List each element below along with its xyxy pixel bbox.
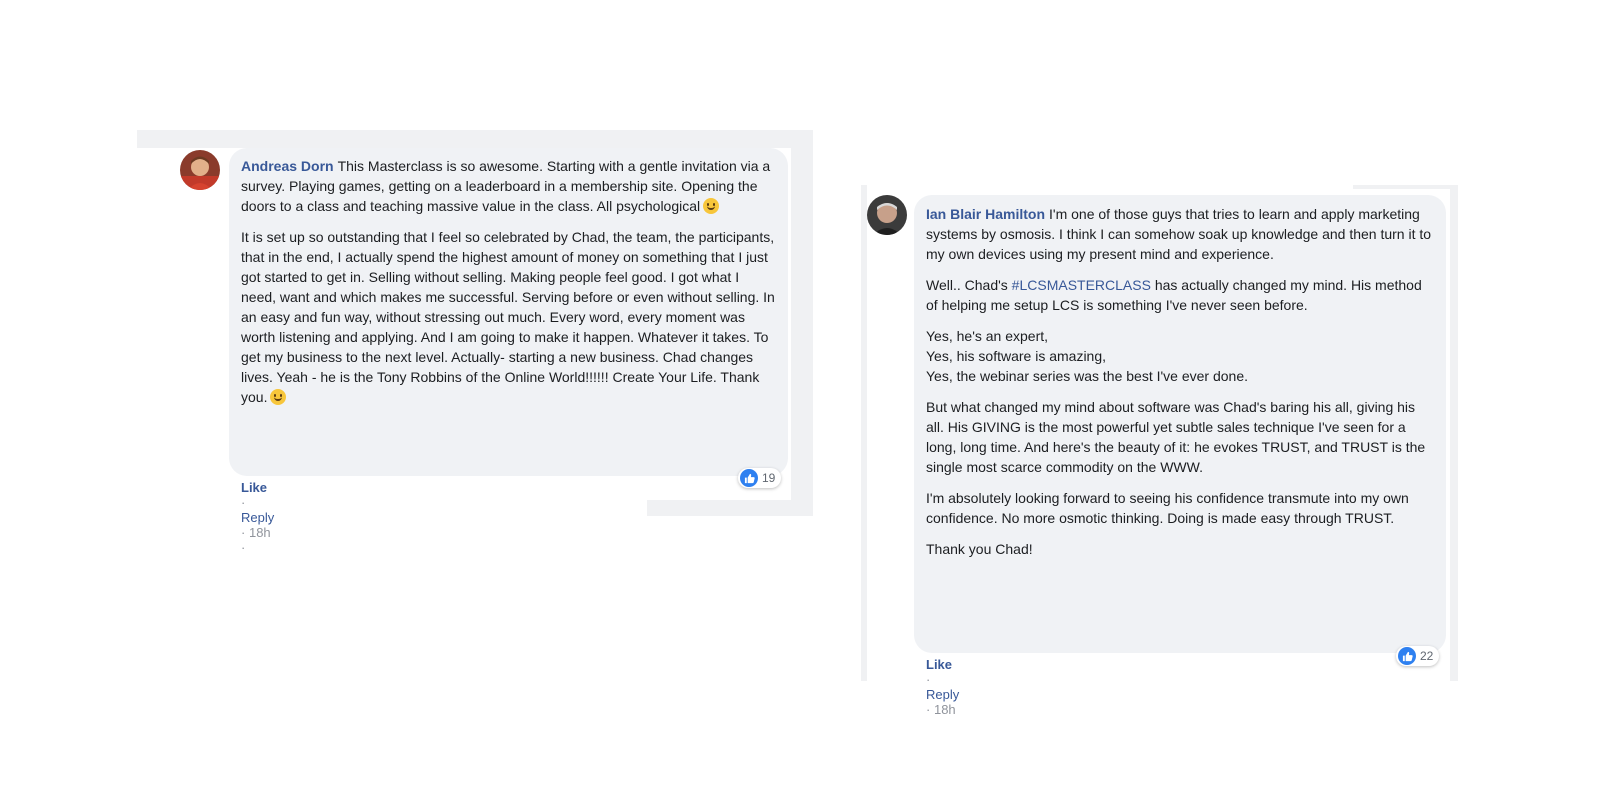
author-name[interactable]: Andreas Dorn <box>241 158 334 174</box>
comment-actions: Like · Reply · 18h · <box>241 480 274 555</box>
author-name[interactable]: Ian Blair Hamilton <box>926 206 1045 222</box>
separator: · <box>241 540 246 555</box>
reply-link[interactable]: Reply <box>926 687 959 702</box>
thumbs-up-icon <box>1398 647 1416 665</box>
avatar[interactable] <box>180 150 220 190</box>
comment-text: It is set up so outstanding that I feel … <box>241 229 775 405</box>
comment-paragraph: Thank you Chad! <box>926 541 1033 557</box>
thumbs-up-icon <box>740 469 758 487</box>
timestamp[interactable]: 18h <box>934 702 956 717</box>
like-link[interactable]: Like <box>926 657 952 672</box>
comment-paragraph: Andreas Dorn This Masterclass is so aweso… <box>241 156 776 216</box>
comment-paragraph: I'm absolutely looking forward to seeing… <box>926 490 1409 526</box>
comment-paragraph: Ian Blair Hamilton I'm one of those guys … <box>926 204 1434 264</box>
reaction-badge[interactable]: 22 <box>1396 646 1440 666</box>
comment-paragraph: Well.. Chad's #LCSMASTERCLASS has actual… <box>926 275 1434 315</box>
separator: · <box>926 702 931 717</box>
like-link[interactable]: Like <box>241 480 267 495</box>
smile-emoji-icon <box>703 198 720 214</box>
comment-text: Well.. Chad's <box>926 277 1012 293</box>
separator: · <box>241 525 246 540</box>
comment-paragraph: But what changed my mind about software … <box>926 399 1426 475</box>
comment-paragraph: It is set up so outstanding that I feel … <box>241 227 776 407</box>
reaction-count: 19 <box>762 471 776 485</box>
comment-bubble: Ian Blair Hamilton I'm one of those guys … <box>914 195 1446 653</box>
reply-link[interactable]: Reply <box>241 510 274 525</box>
separator: · <box>926 672 931 687</box>
reaction-badge[interactable]: 19 <box>738 468 782 488</box>
timestamp[interactable]: 18h <box>249 525 271 540</box>
comment-actions: Like · Reply · 18h <box>926 657 959 717</box>
smile-emoji-icon <box>270 389 287 405</box>
separator: · <box>241 495 246 510</box>
card-inner-left-strip <box>137 148 175 516</box>
comment-paragraph: Yes, he's an expert, Yes, his software i… <box>926 328 1249 384</box>
card-top-edge <box>1353 185 1458 189</box>
reaction-count: 22 <box>1420 649 1434 663</box>
avatar[interactable] <box>867 195 907 235</box>
hashtag-link[interactable]: #LCSMASTERCLASS <box>1012 277 1151 293</box>
comment-bubble: Andreas Dorn This Masterclass is so aweso… <box>229 148 788 476</box>
